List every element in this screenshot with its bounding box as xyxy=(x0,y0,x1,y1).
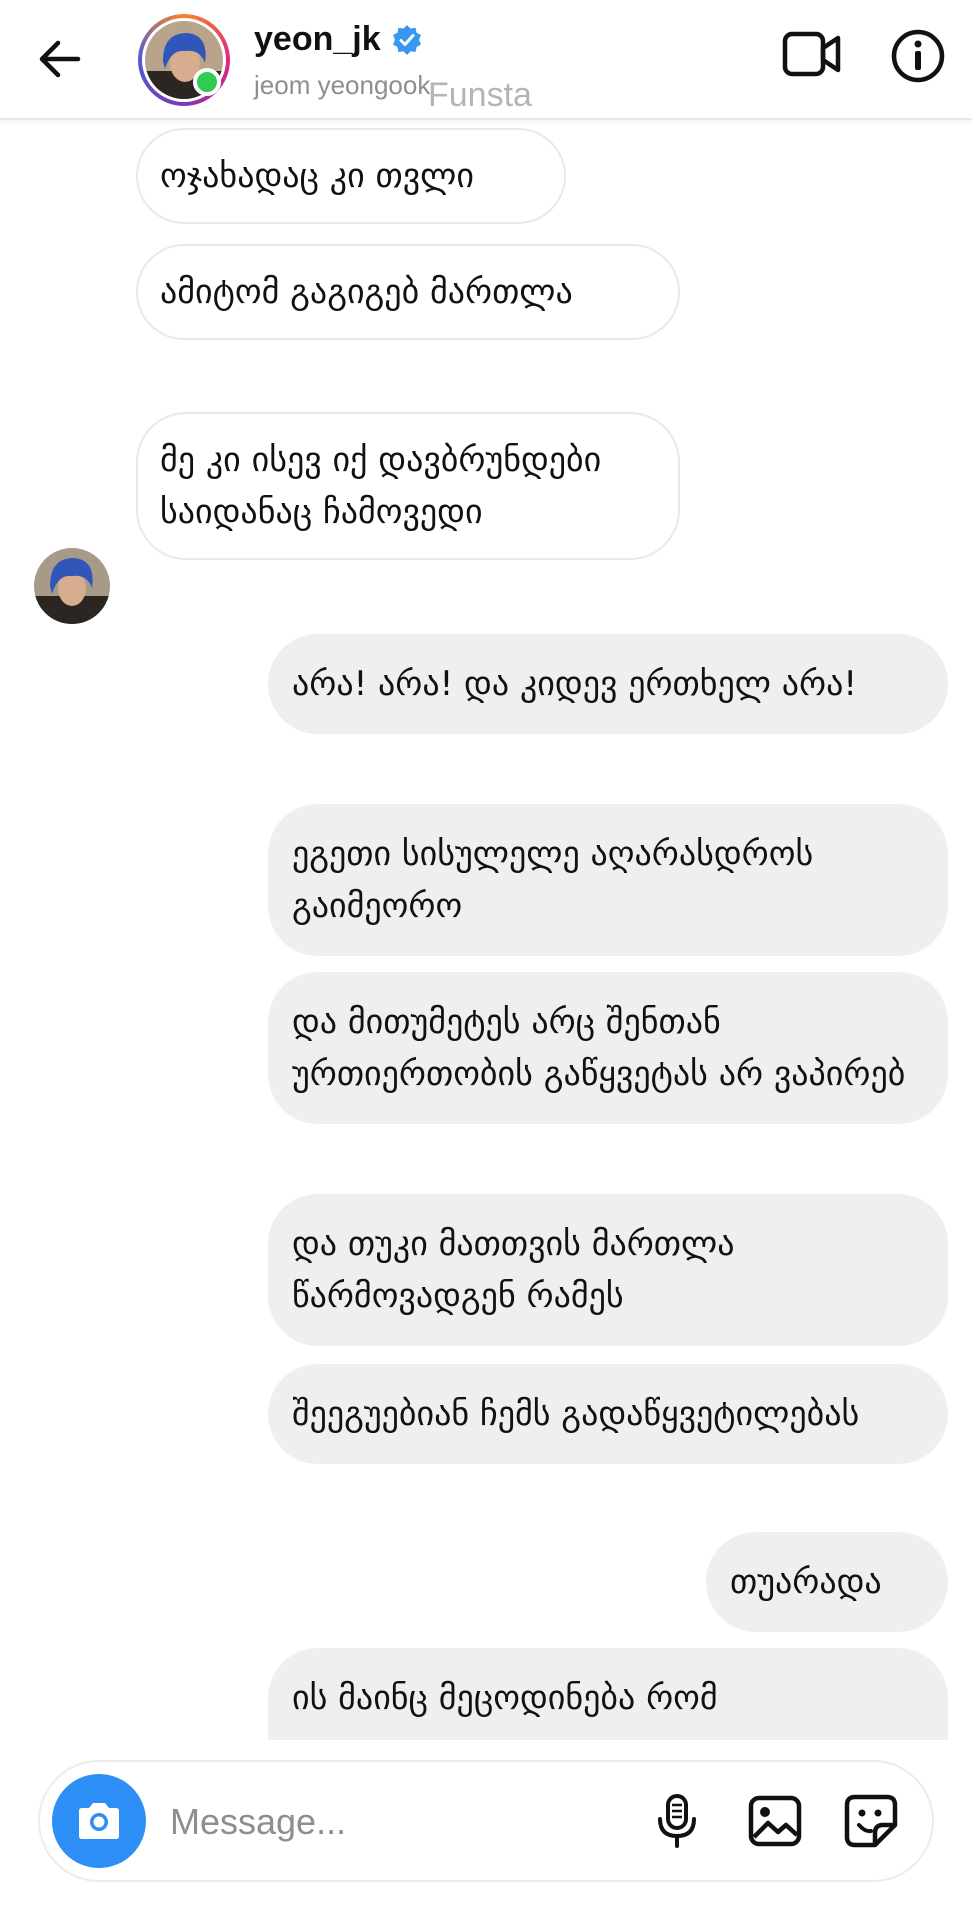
chat-subname: jeom yeongook xyxy=(254,70,431,100)
dm-screen: yeon_jk jeom yeongook Funsta ოჯახადაც კი… xyxy=(0,0,972,1920)
message-text: ამიტომ გაგიგებ მართლა xyxy=(160,272,573,312)
outgoing-message[interactable]: თუარადა xyxy=(706,1532,948,1632)
message-text: და მითუმეტეს არც შენთან ურთიერთობის გაწყ… xyxy=(292,1002,906,1094)
gallery-image-icon xyxy=(748,1795,802,1847)
watermark-text: Funsta xyxy=(428,76,532,114)
incoming-message[interactable]: ოჯახადაც კი თვლი xyxy=(136,128,566,224)
chat-username[interactable]: yeon_jk xyxy=(254,20,423,59)
message-input[interactable] xyxy=(168,1790,632,1854)
message-text: ის მაინც მეცოდინება რომ xyxy=(292,1678,718,1718)
back-button[interactable] xyxy=(30,30,88,88)
outgoing-message[interactable]: შეეგუებიან ჩემს გადაწყვეტილებას xyxy=(268,1364,948,1464)
message-text: მე კი ისევ იქ დავბრუნდები საიდანაც ჩამოვ… xyxy=(160,440,602,532)
microphone-icon xyxy=(658,1794,696,1848)
video-call-button[interactable] xyxy=(780,26,844,82)
sticker-icon xyxy=(844,1794,898,1848)
info-button[interactable] xyxy=(888,26,948,86)
message-text: ოჯახადაც კი თვლი xyxy=(160,156,474,196)
arrow-left-icon xyxy=(39,40,81,78)
outgoing-message[interactable]: და თუკი მათთვის მართლა წარმოვადგენ რამეს xyxy=(268,1194,948,1346)
sticker-button[interactable] xyxy=(840,1790,902,1852)
outgoing-message[interactable]: ეგეთი სისულელე აღარასდროს გაიმეორო xyxy=(268,804,948,956)
gallery-button[interactable] xyxy=(744,1790,806,1852)
camera-icon xyxy=(79,1803,119,1839)
incoming-message[interactable]: მე კი ისევ იქ დავბრუნდები საიდანაც ჩამოვ… xyxy=(136,412,680,560)
outgoing-message[interactable]: არა! არა! და კიდევ ერთხელ არა! xyxy=(268,634,948,734)
message-text: თუარადა xyxy=(730,1562,882,1602)
chat-header: yeon_jk jeom yeongook Funsta xyxy=(0,0,972,120)
message-text: შეეგუებიან ჩემს გადაწყვეტილებას xyxy=(292,1394,860,1434)
verified-badge-icon xyxy=(391,24,423,56)
camera-button[interactable] xyxy=(52,1774,146,1868)
incoming-message[interactable]: ამიტომ გაგიგებ მართლა xyxy=(136,244,680,340)
message-text: ეგეთი სისულელე აღარასდროს გაიმეორო xyxy=(292,834,814,926)
outgoing-message[interactable]: და მითუმეტეს არც შენთან ურთიერთობის გაწყ… xyxy=(268,972,948,1124)
online-status-dot xyxy=(193,68,221,96)
username-text: yeon_jk xyxy=(254,20,381,58)
message-text: არა! არა! და კიდევ ერთხელ არა! xyxy=(292,664,858,704)
info-circle-icon xyxy=(891,29,945,83)
message-text: და თუკი მათთვის მართლა წარმოვადგენ რამეს xyxy=(292,1224,735,1316)
voice-message-button[interactable] xyxy=(646,1790,708,1852)
video-camera-icon xyxy=(782,31,841,77)
sender-avatar[interactable] xyxy=(34,548,110,624)
